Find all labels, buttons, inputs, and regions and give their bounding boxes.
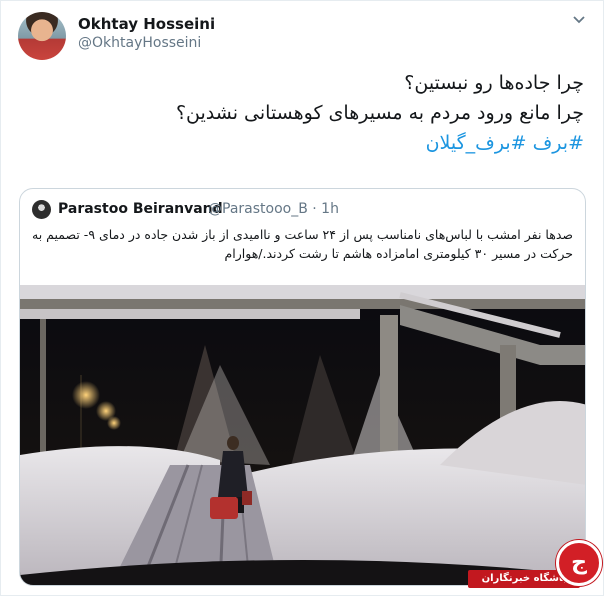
quoted-avatar[interactable]	[32, 200, 51, 219]
author-name[interactable]: Okhtay Hosseini	[78, 15, 215, 33]
quoted-text: صدها نفر امشب با لباس‌های نامناسب پس از …	[32, 227, 573, 261]
tweet-line-1: چرا جاده‌ها رو نبستین؟	[404, 72, 584, 94]
tweet-hashtags: #برف #برف_گیلان	[24, 128, 584, 158]
watermark-badge: باشگاه خبرنگاران ج	[468, 540, 604, 596]
tweet-header: Okhtay Hosseini @OkhtayHosseini	[16, 12, 588, 60]
avatar[interactable]	[18, 12, 66, 60]
watermark-logo-icon: ج	[556, 540, 602, 586]
chevron-down-icon[interactable]	[570, 14, 588, 28]
hashtag-barf-gilan[interactable]: #برف_گیلان	[426, 132, 527, 154]
quoted-author-handle[interactable]: @Parastooo_B · 1h	[208, 201, 339, 217]
quoted-author-name[interactable]: Parastoo Beiranvand	[58, 201, 223, 217]
hashtag-barf[interactable]: #برف	[533, 132, 584, 154]
quoted-tweet[interactable]: Parastoo Beiranvand @Parastooo_B · 1h صد…	[19, 188, 586, 586]
tweet-body: چرا جاده‌ها رو نبستین؟ چرا مانع ورود مرد…	[24, 68, 584, 158]
author-handle[interactable]: @OkhtayHosseini	[78, 35, 201, 51]
tweet-line-2: چرا مانع ورود مردم به مسیرهای کوهستانی ن…	[175, 102, 584, 124]
